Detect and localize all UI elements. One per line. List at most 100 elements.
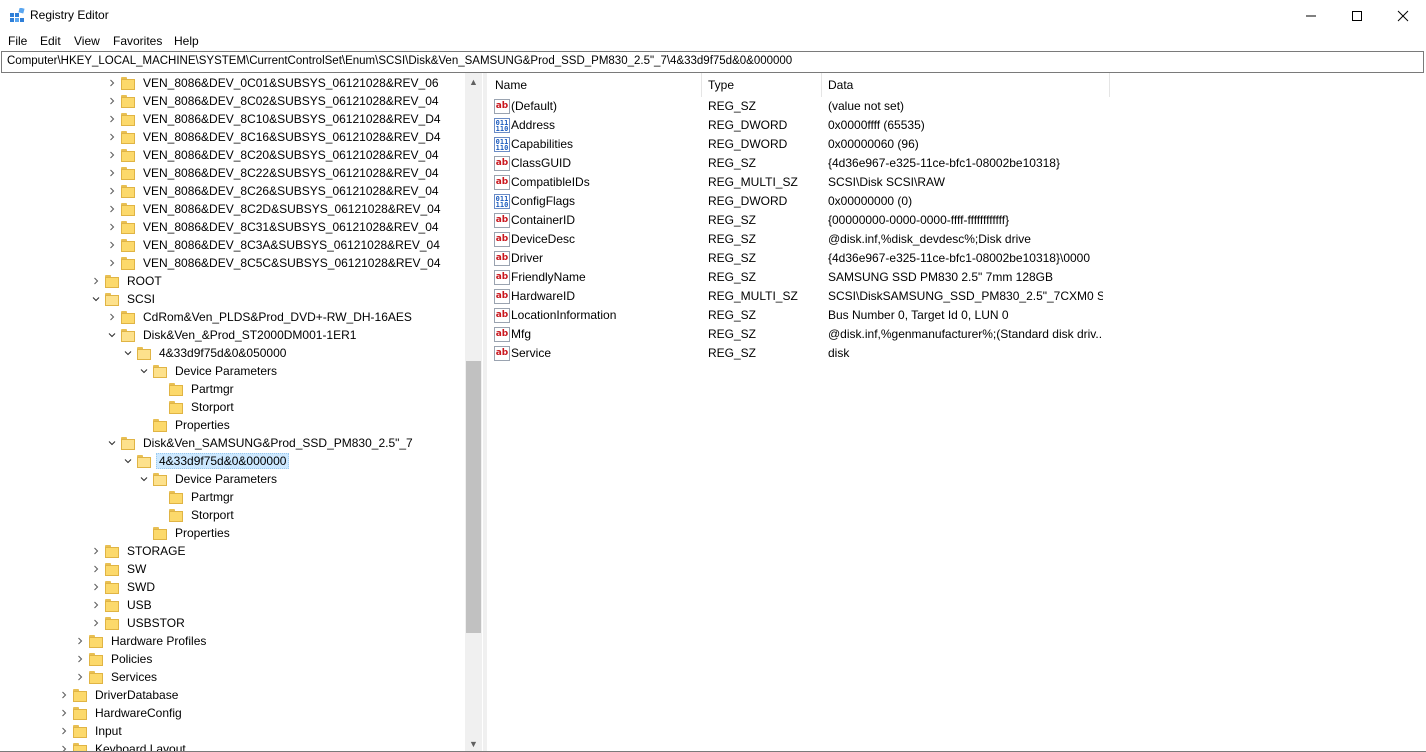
tree-item[interactable]: Properties	[136, 524, 233, 542]
chevron-right-icon[interactable]	[88, 273, 104, 289]
tree-item[interactable]: Disk&Ven_&Prod_ST2000DM001-1ER1	[104, 326, 359, 344]
tree-item[interactable]: 4&33d9f75d&0&050000	[120, 344, 289, 362]
key-tree[interactable]: VEN_8086&DEV_0C01&SUBSYS_06121028&REV_06…	[1, 73, 465, 752]
values-list[interactable]: Name Type Data ab (Default) REG_SZ (value n…	[487, 73, 1426, 752]
tree-item[interactable]: Partmgr	[152, 488, 237, 506]
value-row[interactable]: ab DeviceDesc REG_SZ @disk.inf,%disk_devdes…	[487, 230, 1426, 249]
tree-item[interactable]: VEN_8086&DEV_8C22&SUBSYS_06121028&REV_04	[104, 164, 442, 182]
tree-item[interactable]: 4&33d9f75d&0&000000	[120, 452, 290, 470]
tree-item[interactable]: Disk&Ven_SAMSUNG&Prod_SSD_PM830_2.5"_7	[104, 434, 416, 452]
tree-item[interactable]: SW	[88, 560, 149, 578]
chevron-right-icon[interactable]	[88, 561, 104, 577]
tree-item[interactable]: SWD	[88, 578, 158, 596]
menu-help[interactable]: Help	[174, 34, 199, 48]
value-row[interactable]: ab ClassGUID REG_SZ {4d36e967-e325-11ce-bfc…	[487, 154, 1426, 173]
tree-item[interactable]: SCSI	[88, 290, 158, 308]
address-path[interactable]: Computer\HKEY_LOCAL_MACHINE\SYSTEM\Curre…	[7, 55, 792, 67]
chevron-down-icon[interactable]	[136, 471, 152, 487]
value-row[interactable]: ab Driver REG_SZ {4d36e967-e325-11ce-bfc1-0…	[487, 249, 1426, 268]
chevron-right-icon[interactable]	[72, 633, 88, 649]
address-bar[interactable]: Computer\HKEY_LOCAL_MACHINE\SYSTEM\Curre…	[1, 51, 1424, 73]
value-row[interactable]: 011 110 Address REG_DWORD 0x0000ffff (65535)	[487, 116, 1426, 135]
scrollbar-thumb[interactable]	[466, 361, 481, 633]
chevron-down-icon[interactable]	[104, 327, 120, 343]
maximize-button[interactable]	[1334, 0, 1380, 31]
menu-favorites[interactable]: Favorites	[113, 34, 162, 48]
tree-item[interactable]: VEN_8086&DEV_8C26&SUBSYS_06121028&REV_04	[104, 182, 442, 200]
value-row[interactable]: ab ContainerID REG_SZ {00000000-0000-0000-f…	[487, 211, 1426, 230]
chevron-right-icon[interactable]	[104, 75, 120, 91]
column-divider[interactable]	[1109, 73, 1110, 97]
tree-item[interactable]: Partmgr	[152, 380, 237, 398]
chevron-right-icon[interactable]	[104, 309, 120, 325]
chevron-right-icon[interactable]	[56, 723, 72, 739]
tree-item[interactable]: VEN_8086&DEV_8C2D&SUBSYS_06121028&REV_04	[104, 200, 444, 218]
chevron-down-icon[interactable]	[136, 363, 152, 379]
tree-item[interactable]: Services	[72, 668, 160, 686]
tree-item[interactable]: ROOT	[88, 272, 165, 290]
tree-item[interactable]: Storport	[152, 398, 237, 416]
tree-item[interactable]: USB	[88, 596, 155, 614]
close-button[interactable]	[1380, 0, 1426, 31]
chevron-right-icon[interactable]	[104, 147, 120, 163]
tree-item[interactable]: VEN_8086&DEV_8C20&SUBSYS_06121028&REV_04	[104, 146, 442, 164]
tree-item[interactable]: Device Parameters	[136, 470, 280, 488]
value-row[interactable]: 011 110 Capabilities REG_DWORD 0x00000060 (9…	[487, 135, 1426, 154]
value-row[interactable]: 011 110 ConfigFlags REG_DWORD 0x00000000 (0)	[487, 192, 1426, 211]
chevron-right-icon[interactable]	[56, 705, 72, 721]
column-divider[interactable]	[821, 73, 822, 97]
chevron-down-icon[interactable]	[104, 435, 120, 451]
chevron-right-icon[interactable]	[88, 579, 104, 595]
minimize-button[interactable]	[1288, 0, 1334, 31]
chevron-right-icon[interactable]	[104, 111, 120, 127]
tree-item[interactable]: Storport	[152, 506, 237, 524]
tree-item[interactable]: Policies	[72, 650, 155, 668]
column-header-name[interactable]: Name	[495, 73, 527, 97]
chevron-right-icon[interactable]	[72, 669, 88, 685]
tree-item[interactable]: Properties	[136, 416, 233, 434]
chevron-right-icon[interactable]	[104, 183, 120, 199]
chevron-right-icon[interactable]	[104, 201, 120, 217]
scroll-up-arrow-icon[interactable]: ▲	[465, 73, 482, 90]
chevron-right-icon[interactable]	[104, 129, 120, 145]
value-row[interactable]: ab FriendlyName REG_SZ SAMSUNG SSD PM830 2.…	[487, 268, 1426, 287]
value-row[interactable]: ab HardwareID REG_MULTI_SZ SCSI\DiskSAMSUNG…	[487, 287, 1426, 306]
tree-item[interactable]: CdRom&Ven_PLDS&Prod_DVD+-RW_DH-16AES	[104, 308, 415, 326]
title-bar[interactable]: Registry Editor	[0, 0, 1426, 31]
tree-item[interactable]: USBSTOR	[88, 614, 188, 632]
tree-item[interactable]: DriverDatabase	[56, 686, 181, 704]
value-row[interactable]: ab CompatibleIDs REG_MULTI_SZ SCSI\Disk SCS…	[487, 173, 1426, 192]
chevron-right-icon[interactable]	[104, 255, 120, 271]
chevron-right-icon[interactable]	[104, 219, 120, 235]
column-header-type[interactable]: Type	[708, 73, 734, 97]
tree-scrollbar[interactable]: ▲ ▼	[465, 73, 482, 752]
menu-view[interactable]: View	[74, 34, 100, 48]
chevron-right-icon[interactable]	[104, 237, 120, 253]
tree-item[interactable]: Input	[56, 722, 125, 740]
menu-file[interactable]: File	[8, 34, 27, 48]
chevron-down-icon[interactable]	[88, 291, 104, 307]
menu-edit[interactable]: Edit	[40, 34, 61, 48]
value-row[interactable]: ab Service REG_SZ disk	[487, 344, 1426, 363]
chevron-right-icon[interactable]	[56, 687, 72, 703]
tree-item[interactable]: HardwareConfig	[56, 704, 185, 722]
tree-item[interactable]: VEN_8086&DEV_8C5C&SUBSYS_06121028&REV_04	[104, 254, 444, 272]
chevron-right-icon[interactable]	[104, 165, 120, 181]
chevron-right-icon[interactable]	[88, 597, 104, 613]
tree-item[interactable]: Device Parameters	[136, 362, 280, 380]
chevron-right-icon[interactable]	[104, 93, 120, 109]
column-divider[interactable]	[701, 73, 702, 97]
tree-item[interactable]: VEN_8086&DEV_8C3A&SUBSYS_06121028&REV_04	[104, 236, 443, 254]
tree-item[interactable]: STORAGE	[88, 542, 188, 560]
column-header-data[interactable]: Data	[828, 73, 853, 97]
tree-item[interactable]: VEN_8086&DEV_8C02&SUBSYS_06121028&REV_04	[104, 92, 442, 110]
chevron-right-icon[interactable]	[88, 615, 104, 631]
chevron-right-icon[interactable]	[72, 651, 88, 667]
value-row[interactable]: ab Mfg REG_SZ @disk.inf,%genmanufacturer%;(…	[487, 325, 1426, 344]
chevron-down-icon[interactable]	[120, 453, 136, 469]
tree-item[interactable]: VEN_8086&DEV_0C01&SUBSYS_06121028&REV_06	[104, 74, 442, 92]
tree-item[interactable]: VEN_8086&DEV_8C10&SUBSYS_06121028&REV_D4	[104, 110, 444, 128]
value-row[interactable]: ab LocationInformation REG_SZ Bus Number 0,…	[487, 306, 1426, 325]
value-row[interactable]: ab (Default) REG_SZ (value not set)	[487, 97, 1426, 116]
chevron-down-icon[interactable]	[120, 345, 136, 361]
